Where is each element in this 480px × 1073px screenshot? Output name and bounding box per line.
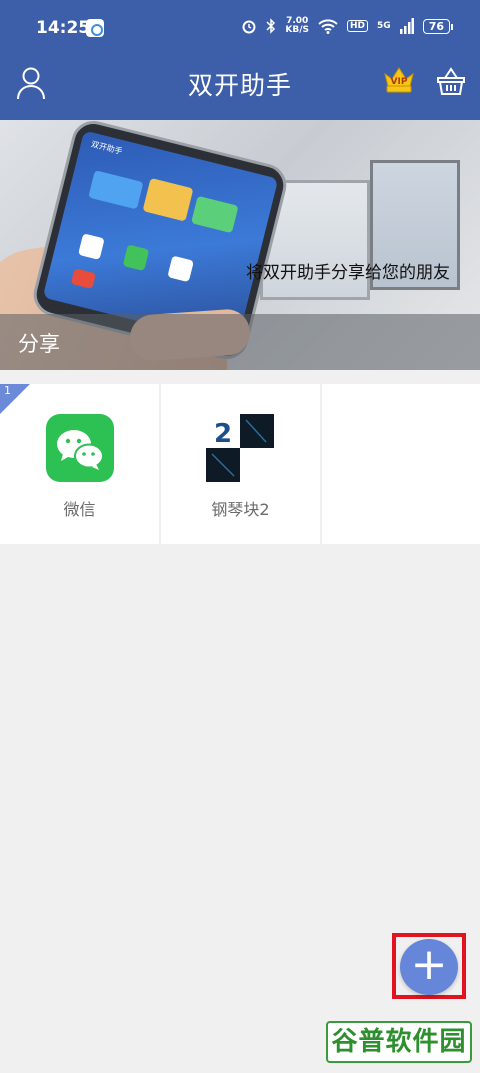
battery-indicator: 76 (422, 18, 454, 34)
share-label[interactable]: 分享 (18, 328, 60, 358)
corner-badge-number: 1 (4, 384, 11, 397)
network-speed-unit: KB/S (285, 25, 310, 35)
app-tile-empty (322, 384, 480, 544)
hd-badge: HD (347, 20, 369, 32)
status-time: 14:25 (36, 18, 91, 38)
banner-share-strip (0, 314, 480, 370)
app-notification-icon (86, 19, 104, 37)
fiveg-label: 5G (377, 21, 391, 31)
app-label-wechat: 微信 (63, 500, 96, 519)
vip-crown-icon[interactable]: VIP (382, 64, 416, 94)
signal-icon (399, 18, 414, 34)
wifi-icon (318, 19, 338, 34)
status-bar: 14:25 7.00 KB/S HD 5G 76 (0, 0, 480, 58)
app-header: 双开助手 VIP (0, 58, 480, 120)
phone-screen-title: 双开助手 (90, 139, 124, 157)
bluetooth-icon (266, 18, 276, 34)
status-icons: 7.00 KB/S HD 5G 76 (241, 17, 454, 35)
alarm-icon (242, 20, 256, 34)
add-app-button[interactable]: + (400, 939, 458, 995)
shop-basket-icon[interactable] (436, 66, 466, 96)
app-tile-wechat[interactable]: 1 微信 (0, 384, 159, 544)
vip-label: VIP (391, 77, 408, 87)
network-speed: 7.00 KB/S (285, 17, 309, 35)
banner-caption: 将双开助手分享给您的朋友 (246, 263, 450, 283)
piano-tiles-icon-number: 2 (214, 419, 232, 449)
share-banner[interactable]: 双开助手 将双开助手分享给您的朋友 分享 (0, 120, 480, 370)
watermark-logo: 谷普软件园 (326, 1021, 472, 1063)
wechat-icon (46, 414, 114, 482)
app-label-piano-tiles: 钢琴块2 (211, 500, 270, 519)
app-tile-piano-tiles[interactable]: 2 钢琴块2 (161, 384, 320, 544)
piano-tiles-icon: 2 (206, 414, 274, 482)
cloned-apps-grid: 1 微信 2 钢琴块2 (0, 384, 480, 544)
